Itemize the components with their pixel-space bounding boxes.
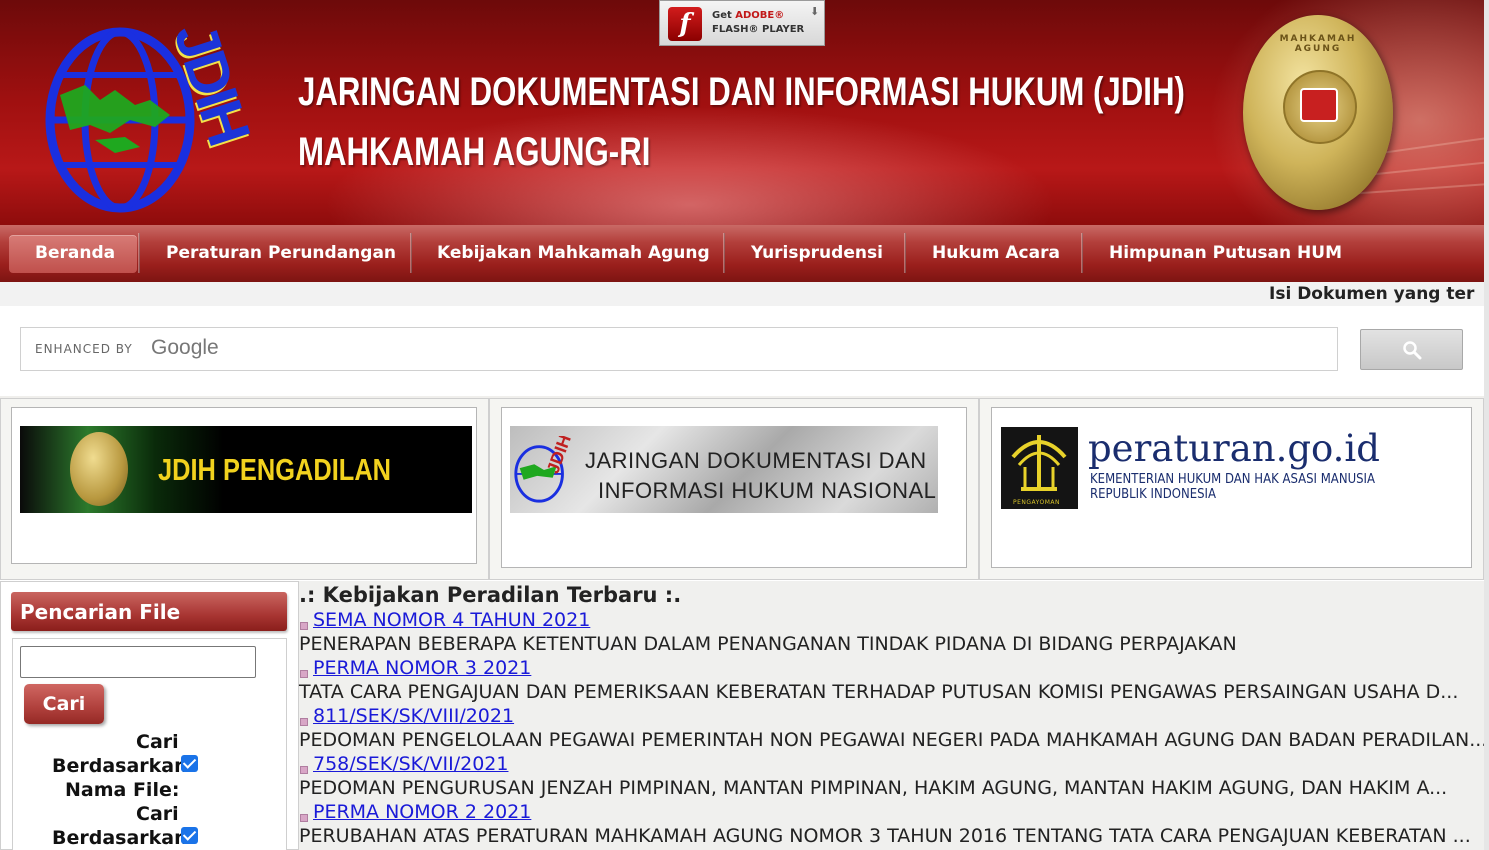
document-description: PERUBAHAN ATAS PERATURAN MAHKAMAH AGUNG … [299,825,1471,847]
peraturan-logo-icon[interactable] [1001,427,1078,509]
list-bullet-icon [300,670,308,678]
document-description: PENERAPAN BEBERAPA KETENTUAN DALAM PENAN… [299,633,1237,655]
nav-separator [410,233,412,273]
get-flash-player-badge[interactable]: f Get ADOBE® FLASH® PLAYER ⬇ [659,0,825,46]
list-bullet-icon [300,766,308,774]
download-arrow-icon: ⬇ [810,5,820,18]
jdih-globe-icon: JDIH [514,436,575,503]
document-link[interactable]: SEMA NOMOR 4 TAHUN 2021 [313,609,590,631]
nav-item-peraturan-perundangan[interactable]: Peraturan Perundangan [166,225,396,282]
jdih-pengadilan-banner[interactable]: JDIH PENGADILAN [20,426,472,513]
marquee-strip: Isi Dokumen yang ter [0,282,1484,306]
jdih-pengadilan-label: JDIH PENGADILAN [158,452,392,487]
kemenkumham-line1: KEMENTERIAN HUKUM DAN HAK ASASI MANUSIA [1090,472,1376,487]
list-bullet-icon [300,718,308,726]
flash-get-label: Get ADOBE® [712,10,785,21]
marquee-text: Isi Dokumen yang ter [1269,284,1475,304]
pengayoman-caption: PENGAYOMAN [1013,499,1061,506]
search-by-filename-checkbox[interactable] [181,755,198,772]
enhanced-by-label: ENHANCED BY [35,342,133,356]
jdih-nasional-banner[interactable]: JDIH JARINGAN DOKUMENTASI DAN INFORMASI … [510,426,938,513]
nav-item-hukum-acara[interactable]: Hukum Acara [932,225,1060,282]
jdihn-line2: INFORMASI HUKUM NASIONAL [598,478,937,503]
option2-line1: Cari [136,803,179,825]
nav-separator [138,233,140,273]
main-navigation: Beranda Peraturan Perundangan Kebijakan … [0,225,1484,282]
jdihn-line1: JARINGAN DOKUMENTASI DAN [585,448,927,473]
google-wordmark: Google [151,336,219,359]
document-description: TATA CARA PENGAJUAN DAN PEMERIKSAAN KEBE… [299,681,1459,703]
nav-item-himpunan-putusan-hum[interactable]: Himpunan Putusan HUM [1109,225,1342,282]
nav-item-kebijakan-mahkamah-agung[interactable]: Kebijakan Mahkamah Agung [437,225,710,282]
google-search-input[interactable]: ENHANCED BY Google [20,327,1338,371]
nav-separator [1081,233,1083,273]
header-title-line1: JARINGAN DOKUMENTASI DAN INFORMASI HUKUM… [298,70,1185,114]
list-bullet-icon [300,622,308,630]
seal-caption: MAHKAMAH AGUNG [1279,34,1357,54]
flash-logo-icon: f [668,7,702,41]
option2-line2: Berdasarkan [52,827,188,849]
seal-emblem-icon [1300,88,1338,122]
nav-separator [723,233,725,273]
document-link[interactable]: PERMA NOMOR 2 2021 [313,801,531,823]
option1-line1: Cari [136,731,179,753]
document-description: PEDOMAN PENGELOLAAN PEGAWAI PEMERINTAH N… [299,729,1488,751]
flash-product-label: FLASH® PLAYER [712,24,805,35]
header-title-line2: MAHKAMAH AGUNG-RI [298,130,651,174]
file-search-title: Pencarian File [20,600,181,624]
document-link[interactable]: 811/SEK/SK/VIII/2021 [313,705,514,727]
search-by-content-checkbox[interactable] [181,827,198,844]
document-link[interactable]: 758/SEK/SK/VII/2021 [313,753,508,775]
option1-line3: Nama File: [65,779,180,801]
peraturan-go-id-title[interactable]: peraturan.go.id [1088,427,1380,470]
search-icon [1403,341,1422,360]
file-search-input[interactable] [20,646,256,678]
latest-policies-title: .: Kebijakan Peradilan Terbaru :. [299,583,682,607]
kemenkumham-line2: REPUBLIK INDONESIA [1090,487,1216,502]
option1-line2: Berdasarkan [52,755,188,777]
nav-separator [904,233,906,273]
pengayoman-tree-icon [1011,435,1067,491]
svg-text:JDIH: JDIH [543,436,575,476]
list-bullet-icon [300,814,308,822]
document-link[interactable]: PERMA NOMOR 3 2021 [313,657,531,679]
document-description: PEDOMAN PENGURUSAN JENZAH PIMPINAN, MANT… [299,777,1448,799]
page-scrollbar[interactable] [1484,0,1489,850]
nav-item-yurisprudensi[interactable]: Yurisprudensi [751,225,883,282]
gold-seal-icon [70,432,128,506]
nav-item-beranda[interactable]: Beranda [35,225,115,282]
cari-button[interactable]: Cari [24,684,104,724]
search-button[interactable] [1360,329,1463,370]
